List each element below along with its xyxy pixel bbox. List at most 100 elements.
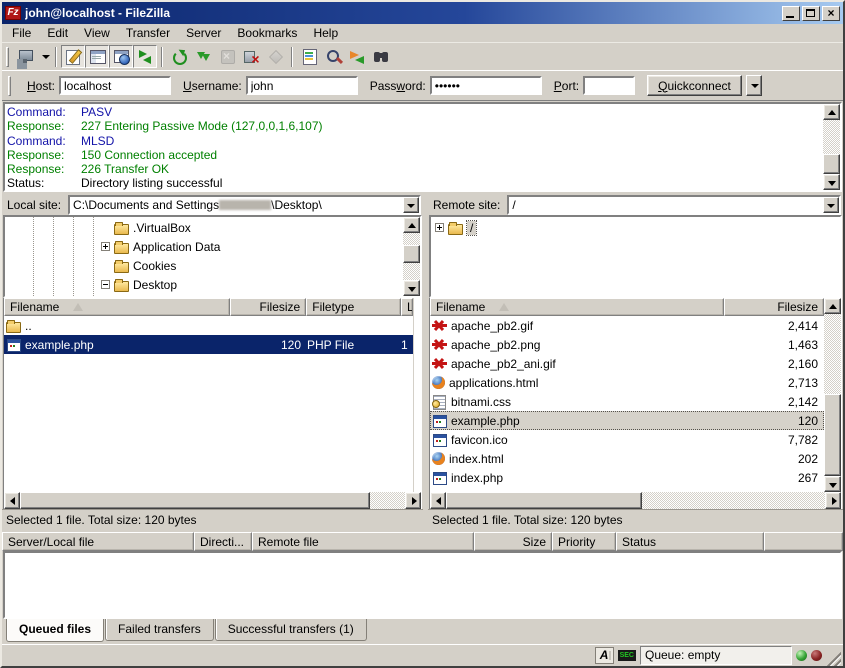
refresh-button[interactable] xyxy=(167,45,191,68)
quickconnect-grip[interactable] xyxy=(8,76,11,96)
scrollbar-thumb[interactable] xyxy=(823,154,840,174)
scrollbar-thumb[interactable] xyxy=(446,492,642,509)
toggle-transfer-queue-button[interactable] xyxy=(133,45,157,68)
cancel-operation-button[interactable] xyxy=(215,45,239,68)
menu-help[interactable]: Help xyxy=(305,24,346,42)
tree-item[interactable]: .VirtualBox xyxy=(5,218,403,237)
directory-listing-filters-button[interactable] xyxy=(297,45,321,68)
scroll-left-button[interactable] xyxy=(430,492,446,509)
scroll-up-button[interactable] xyxy=(403,217,420,233)
column-header-filesize[interactable]: Filesize xyxy=(230,298,306,316)
maximize-button[interactable] xyxy=(802,6,820,21)
host-input[interactable] xyxy=(59,76,171,95)
scrollbar-track[interactable] xyxy=(824,314,841,476)
tree-item[interactable]: Application Data xyxy=(5,237,403,256)
site-manager-button[interactable] xyxy=(13,45,37,68)
site-manager-dropdown-button[interactable] xyxy=(37,45,51,68)
scroll-down-button[interactable] xyxy=(823,174,840,190)
username-input[interactable] xyxy=(246,76,358,95)
remote-hscrollbar[interactable] xyxy=(430,492,841,509)
find-files-button[interactable] xyxy=(369,45,393,68)
scroll-down-button[interactable] xyxy=(824,476,841,492)
file-row[interactable]: apache_pb2.png1,463 xyxy=(430,335,824,354)
column-header-status[interactable]: Status xyxy=(616,532,764,551)
synchronized-browsing-button[interactable] xyxy=(345,45,369,68)
menu-bookmarks[interactable]: Bookmarks xyxy=(229,24,305,42)
title-bar[interactable]: Fz john@localhost - FileZilla × xyxy=(2,2,843,24)
scroll-right-button[interactable] xyxy=(825,492,841,509)
remote-path-combo[interactable]: / xyxy=(507,195,841,215)
menu-file[interactable]: File xyxy=(4,24,39,42)
local-tree-scrollbar[interactable] xyxy=(403,217,420,296)
tree-expander-plus-icon[interactable] xyxy=(435,223,444,232)
minimize-button[interactable] xyxy=(782,6,800,21)
file-row[interactable]: index.html202 xyxy=(430,449,824,468)
file-row[interactable]: .. xyxy=(4,316,413,335)
local-path-dropdown-button[interactable] xyxy=(403,197,419,213)
local-hscrollbar[interactable] xyxy=(4,492,421,509)
php-icon xyxy=(432,433,447,446)
remote-list-scrollbar[interactable] xyxy=(824,298,841,492)
quickconnect-dropdown-button[interactable] xyxy=(746,75,762,96)
column-header-direction[interactable]: Directi... xyxy=(194,532,252,551)
scrollbar-thumb[interactable] xyxy=(20,492,370,509)
scrollbar-thumb[interactable] xyxy=(403,245,420,263)
file-row[interactable]: example.php120 xyxy=(430,411,824,430)
resize-grip[interactable] xyxy=(826,651,841,666)
scroll-up-button[interactable] xyxy=(824,298,841,314)
column-header-remote-file[interactable]: Remote file xyxy=(252,532,474,551)
scroll-down-button[interactable] xyxy=(403,280,420,296)
message-log-scrollbar[interactable] xyxy=(823,104,840,190)
toggle-message-log-button[interactable] xyxy=(61,45,85,68)
toolbar-grip[interactable] xyxy=(6,47,9,67)
tab-successful-transfers[interactable]: Successful transfers (1) xyxy=(215,619,367,641)
toggle-remote-tree-button[interactable] xyxy=(109,45,133,68)
disconnect-button[interactable] xyxy=(239,45,263,68)
tree-expander-minus-icon[interactable] xyxy=(101,280,110,289)
tab-failed-transfers[interactable]: Failed transfers xyxy=(105,619,214,641)
menu-transfer[interactable]: Transfer xyxy=(118,24,178,42)
column-header-filename[interactable]: Filename xyxy=(4,298,230,316)
column-header-filesize[interactable]: Filesize xyxy=(724,298,824,316)
column-header-filename[interactable]: Filename xyxy=(430,298,724,316)
password-input[interactable] xyxy=(430,76,542,95)
scroll-right-button[interactable] xyxy=(405,492,421,509)
php-icon xyxy=(432,471,447,484)
scrollbar-track[interactable] xyxy=(642,492,825,509)
local-path-combo[interactable]: C:\Documents and Settings\Desktop\ xyxy=(68,195,421,215)
port-input[interactable] xyxy=(583,76,635,95)
file-row[interactable]: example.php120PHP File1 xyxy=(4,335,413,354)
tab-queued-files[interactable]: Queued files xyxy=(6,619,104,642)
column-header-priority[interactable]: Priority xyxy=(552,532,616,551)
file-row[interactable]: bitnami.css2,142 xyxy=(430,392,824,411)
close-button[interactable]: × xyxy=(822,6,840,21)
menu-server[interactable]: Server xyxy=(178,24,229,42)
toggle-local-tree-button[interactable] xyxy=(85,45,109,68)
reconnect-button[interactable] xyxy=(263,45,287,68)
file-row[interactable]: favicon.ico7,782 xyxy=(430,430,824,449)
column-header-size[interactable]: Size xyxy=(474,532,552,551)
menu-view[interactable]: View xyxy=(76,24,118,42)
tree-item[interactable]: Desktop xyxy=(5,275,403,294)
tree-expander-plus-icon[interactable] xyxy=(101,242,110,251)
scroll-left-button[interactable] xyxy=(4,492,20,509)
tree-item[interactable]: Cookies xyxy=(5,256,403,275)
column-header-server-local-file[interactable]: Server/Local file xyxy=(2,532,194,551)
file-row[interactable]: applications.html2,713 xyxy=(430,373,824,392)
scroll-up-button[interactable] xyxy=(823,104,840,120)
process-queue-button[interactable] xyxy=(191,45,215,68)
directory-comparison-button[interactable] xyxy=(321,45,345,68)
scrollbar-thumb[interactable] xyxy=(824,394,841,476)
remote-path-dropdown-button[interactable] xyxy=(823,197,839,213)
menu-edit[interactable]: Edit xyxy=(39,24,76,42)
file-row[interactable]: apache_pb2_ani.gif2,160 xyxy=(430,354,824,373)
scrollbar-track[interactable] xyxy=(823,120,840,174)
column-header-lastmodified[interactable]: L xyxy=(401,298,413,316)
file-row[interactable]: index.php267 xyxy=(430,468,824,487)
tree-item[interactable]: / xyxy=(431,218,840,237)
file-row[interactable]: apache_pb2.gif2,414 xyxy=(430,316,824,335)
scrollbar-track[interactable] xyxy=(403,233,420,280)
scrollbar-track[interactable] xyxy=(370,492,405,509)
column-header-filetype[interactable]: Filetype xyxy=(306,298,401,316)
quickconnect-button[interactable]: Quickconnect xyxy=(647,75,742,96)
